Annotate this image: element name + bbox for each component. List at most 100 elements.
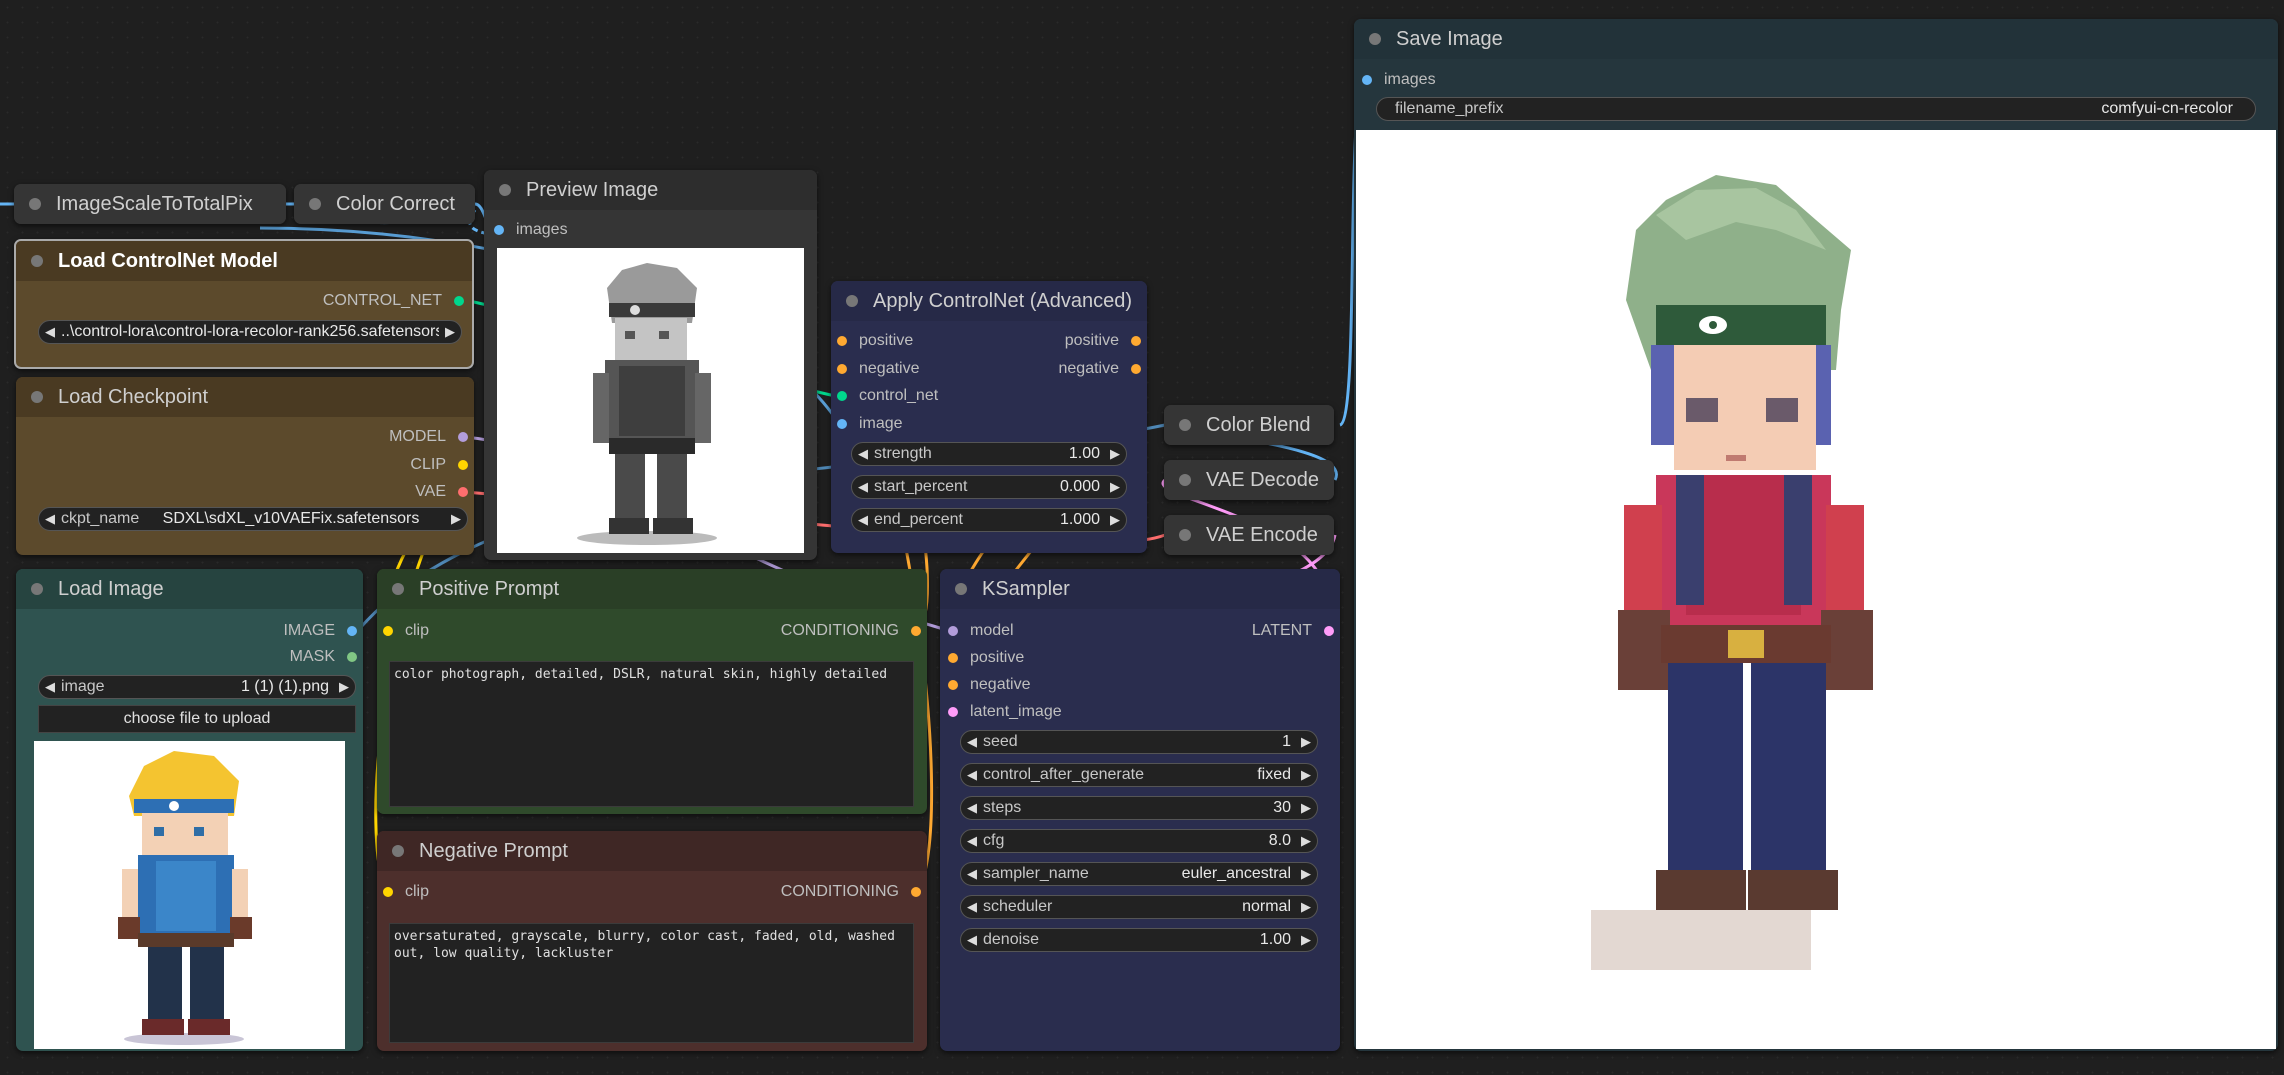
collapse-dot-icon[interactable] xyxy=(499,184,511,196)
collapse-dot-icon[interactable] xyxy=(1179,474,1191,486)
arrow-left-icon[interactable]: ◀ xyxy=(39,511,61,527)
node-save-image[interactable]: Save Image images filename_prefix comfyu… xyxy=(1354,19,2278,1051)
collapse-dot-icon[interactable] xyxy=(846,295,858,307)
pin-icon[interactable] xyxy=(948,626,958,636)
node-negative-prompt[interactable]: Negative Prompt clip CONDITIONING oversa… xyxy=(377,831,927,1051)
node-header[interactable]: Color Correct xyxy=(294,184,475,224)
input-clip[interactable]: clip xyxy=(383,883,429,901)
strength-number[interactable]: ◀ strength 1.00 ▶ xyxy=(851,442,1127,466)
arrow-right-icon[interactable]: ▶ xyxy=(1295,734,1317,750)
arrow-right-icon[interactable]: ▶ xyxy=(439,324,461,340)
arrow-left-icon[interactable]: ◀ xyxy=(961,734,983,750)
end-percent-number[interactable]: ◀ end_percent 1.000 ▶ xyxy=(851,508,1127,532)
output-model[interactable]: MODEL xyxy=(389,428,468,446)
pin-icon[interactable] xyxy=(837,391,847,401)
arrow-left-icon[interactable]: ◀ xyxy=(852,446,874,462)
arrow-right-icon[interactable]: ▶ xyxy=(1295,866,1317,882)
pin-icon[interactable] xyxy=(948,680,958,690)
node-header[interactable]: VAE Encode xyxy=(1164,515,1334,555)
upload-button[interactable]: choose file to upload xyxy=(38,705,356,733)
output-latent[interactable]: LATENT xyxy=(1252,622,1334,640)
input-positive[interactable]: positive xyxy=(837,332,913,350)
node-header[interactable]: Preview Image xyxy=(484,170,817,210)
arrow-right-icon[interactable]: ▶ xyxy=(445,511,467,527)
pin-icon[interactable] xyxy=(911,626,921,636)
input-images[interactable]: images xyxy=(494,221,568,239)
node-vae-decode[interactable]: VAE Decode xyxy=(1164,460,1334,500)
collapse-dot-icon[interactable] xyxy=(29,198,41,210)
output-mask[interactable]: MASK xyxy=(290,648,357,666)
arrow-left-icon[interactable]: ◀ xyxy=(961,833,983,849)
seed-number[interactable]: ◀ seed 1 ▶ xyxy=(960,730,1318,754)
filename-prefix-text[interactable]: filename_prefix comfyui-cn-recolor xyxy=(1376,97,2256,121)
pin-icon[interactable] xyxy=(1362,75,1372,85)
input-positive[interactable]: positive xyxy=(948,649,1024,667)
node-header[interactable]: Negative Prompt xyxy=(377,831,927,871)
scheduler-combo[interactable]: ◀ scheduler normal ▶ xyxy=(960,895,1318,919)
arrow-right-icon[interactable]: ▶ xyxy=(1104,446,1126,462)
input-control-net[interactable]: control_net xyxy=(837,387,938,405)
arrow-left-icon[interactable]: ◀ xyxy=(961,866,983,882)
arrow-right-icon[interactable]: ▶ xyxy=(1104,512,1126,528)
arrow-right-icon[interactable]: ▶ xyxy=(1295,800,1317,816)
arrow-left-icon[interactable]: ◀ xyxy=(852,512,874,528)
collapse-dot-icon[interactable] xyxy=(392,583,404,595)
node-apply-controlnet[interactable]: Apply ControlNet (Advanced) positive neg… xyxy=(831,281,1147,553)
arrow-right-icon[interactable]: ▶ xyxy=(333,679,355,695)
output-vae[interactable]: VAE xyxy=(415,483,468,501)
node-header[interactable]: VAE Decode xyxy=(1164,460,1334,500)
collapse-dot-icon[interactable] xyxy=(392,845,404,857)
pin-icon[interactable] xyxy=(1324,626,1334,636)
pin-icon[interactable] xyxy=(1131,364,1141,374)
node-header[interactable]: ImageScaleToTotalPix xyxy=(14,184,286,224)
input-negative[interactable]: negative xyxy=(837,360,920,378)
pin-icon[interactable] xyxy=(458,432,468,442)
sampler-name-combo[interactable]: ◀ sampler_name euler_ancestral ▶ xyxy=(960,862,1318,886)
node-preview-image[interactable]: Preview Image images xyxy=(484,170,817,560)
input-clip[interactable]: clip xyxy=(383,622,429,640)
arrow-right-icon[interactable]: ▶ xyxy=(1104,479,1126,495)
collapse-dot-icon[interactable] xyxy=(1179,529,1191,541)
pin-icon[interactable] xyxy=(347,652,357,662)
output-positive[interactable]: positive xyxy=(1065,332,1141,350)
pin-icon[interactable] xyxy=(1131,336,1141,346)
output-negative[interactable]: negative xyxy=(1059,360,1141,378)
input-images[interactable]: images xyxy=(1362,71,1436,89)
pin-icon[interactable] xyxy=(911,887,921,897)
node-load-controlnet[interactable]: Load ControlNet Model CONTROL_NET ◀ ..\c… xyxy=(14,239,474,369)
node-color-correct[interactable]: Color Correct xyxy=(294,184,475,224)
pin-icon[interactable] xyxy=(383,887,393,897)
node-image-scale[interactable]: ImageScaleToTotalPix xyxy=(14,184,286,224)
input-negative[interactable]: negative xyxy=(948,676,1031,694)
negative-prompt-text[interactable]: oversaturated, grayscale, blurry, color … xyxy=(389,923,914,1043)
node-header[interactable]: Load ControlNet Model xyxy=(16,241,472,281)
arrow-left-icon[interactable]: ◀ xyxy=(961,767,983,783)
node-graph-canvas[interactable]: ImageScaleToTotalPix Color Correct Load … xyxy=(0,0,2284,1075)
output-control-net[interactable]: CONTROL_NET xyxy=(323,292,464,310)
pin-icon[interactable] xyxy=(948,653,958,663)
controlnet-name-combo[interactable]: ◀ ..\control-lora\control-lora-recolor-r… xyxy=(38,320,462,344)
node-header[interactable]: Load Image xyxy=(16,569,363,609)
node-header[interactable]: Save Image xyxy=(1354,19,2278,59)
arrow-left-icon[interactable]: ◀ xyxy=(39,679,61,695)
collapse-dot-icon[interactable] xyxy=(309,198,321,210)
node-load-image[interactable]: Load Image IMAGE MASK ◀ image 1 (1) (1).… xyxy=(16,569,363,1051)
node-ksampler[interactable]: KSampler model positive negative latent_… xyxy=(940,569,1340,1051)
arrow-right-icon[interactable]: ▶ xyxy=(1295,833,1317,849)
pin-icon[interactable] xyxy=(948,707,958,717)
node-header[interactable]: Apply ControlNet (Advanced) xyxy=(831,281,1147,321)
image-combo[interactable]: ◀ image 1 (1) (1).png ▶ xyxy=(38,675,356,699)
output-conditioning[interactable]: CONDITIONING xyxy=(781,622,921,640)
collapse-dot-icon[interactable] xyxy=(31,583,43,595)
node-load-checkpoint[interactable]: Load Checkpoint MODEL CLIP VAE ◀ ckpt_na… xyxy=(16,377,474,555)
node-header[interactable]: Color Blend xyxy=(1164,405,1334,445)
denoise-number[interactable]: ◀ denoise 1.00 ▶ xyxy=(960,928,1318,952)
pin-icon[interactable] xyxy=(458,460,468,470)
arrow-right-icon[interactable]: ▶ xyxy=(1295,932,1317,948)
pin-icon[interactable] xyxy=(383,626,393,636)
node-header[interactable]: Positive Prompt xyxy=(377,569,927,609)
pin-icon[interactable] xyxy=(837,336,847,346)
output-conditioning[interactable]: CONDITIONING xyxy=(781,883,921,901)
collapse-dot-icon[interactable] xyxy=(1369,33,1381,45)
cfg-number[interactable]: ◀ cfg 8.0 ▶ xyxy=(960,829,1318,853)
